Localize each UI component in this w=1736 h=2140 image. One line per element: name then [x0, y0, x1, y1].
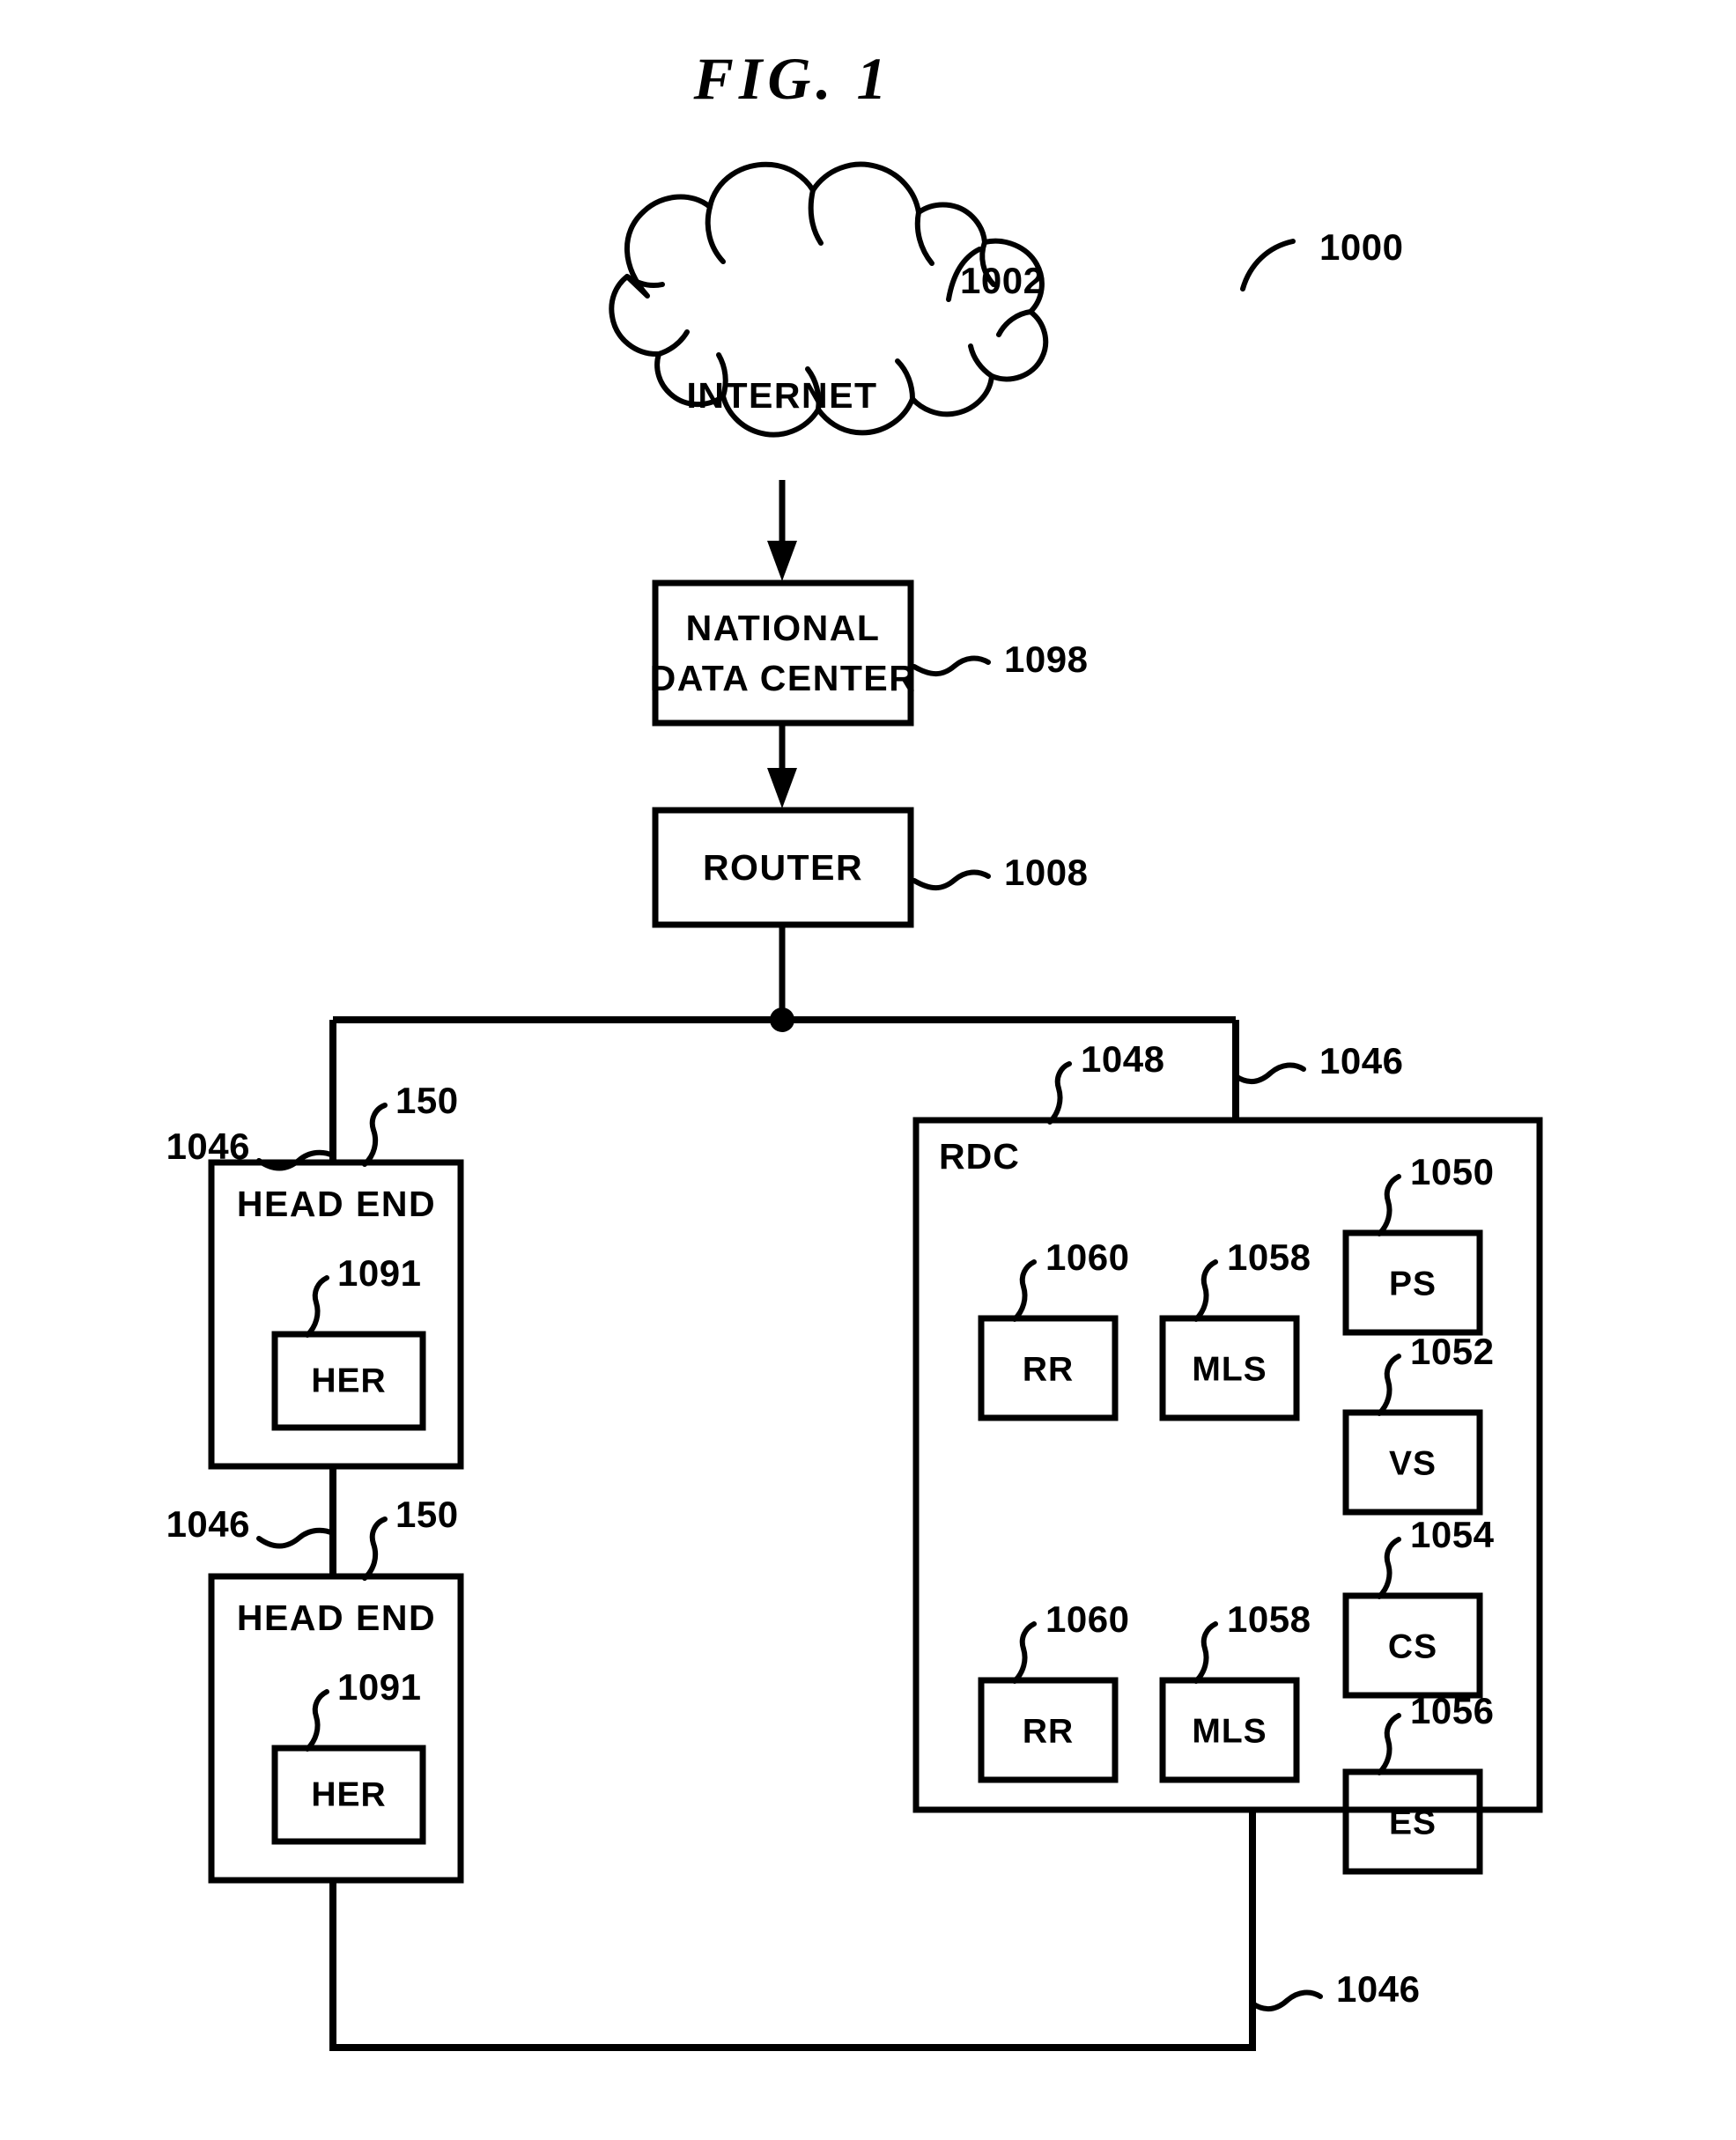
internet-to-ndc-arrow	[767, 480, 797, 581]
router-ref-number: 1008	[1004, 852, 1088, 893]
rdc-ref-leader	[1047, 1061, 1072, 1125]
rdc-cs-ref-number: 1054	[1410, 1514, 1495, 1555]
rdc-rr-1-ref-leader	[1012, 1259, 1037, 1322]
rdc-component-rr-2: RR	[978, 1677, 1119, 1783]
head-end-1-ref-number: 150	[395, 1080, 459, 1121]
rdc-component-es: ES	[1342, 1768, 1483, 1875]
patent-figure-page: FIG. 1 1000 INTERNET 1002 NATIONAL DATA …	[0, 0, 1736, 2140]
bus-ref-middle-leader	[256, 1527, 336, 1549]
rdc-mls-2-ref-leader	[1193, 1621, 1218, 1684]
bus-ref-bottom-number: 1046	[1336, 1968, 1420, 2010]
head-end-1-label: HEAD END	[237, 1184, 436, 1224]
rdc-es-label: ES	[1389, 1804, 1437, 1841]
rdc-mls-2-ref-number: 1058	[1227, 1598, 1311, 1640]
rdc-rr-1-label: RR	[1023, 1350, 1074, 1388]
rdc-rr-2-ref-number: 1060	[1045, 1598, 1129, 1640]
head-end-1-ref-leader	[362, 1103, 388, 1167]
head-end-1-node: HEAD END HER	[208, 1159, 464, 1470]
rdc-mls-2-label: MLS	[1192, 1712, 1267, 1750]
national-data-center-label-line1: NATIONAL	[686, 608, 881, 648]
figure-1-diagram: FIG. 1 1000 INTERNET 1002 NATIONAL DATA …	[166, 45, 1543, 2051]
rdc-ps-label: PS	[1389, 1265, 1437, 1302]
figure-title: FIG. 1	[693, 45, 892, 112]
bus-ref-right-number: 1046	[1319, 1040, 1403, 1081]
national-data-center-ref-number: 1098	[1004, 638, 1088, 680]
rdc-vs-ref-number: 1052	[1410, 1331, 1494, 1372]
rdc-rr-1-ref-number: 1060	[1045, 1236, 1129, 1278]
rdc-rr-2-label: RR	[1023, 1712, 1074, 1750]
bus-bottom-return	[329, 1810, 1256, 2051]
ndc-to-router-arrow	[767, 725, 797, 808]
router-ref-leader	[912, 869, 991, 891]
head-end-2-label: HEAD END	[237, 1598, 436, 1638]
rdc-vs-ref-leader	[1377, 1354, 1401, 1416]
system-ref-number: 1000	[1319, 226, 1403, 268]
rdc-ref-number: 1048	[1081, 1038, 1164, 1080]
rdc-ps-ref-leader	[1377, 1174, 1401, 1236]
head-end-1-her-ref-leader	[305, 1275, 329, 1338]
internet-ref-number: 1002	[960, 260, 1044, 301]
rdc-rr-2-ref-leader	[1012, 1621, 1037, 1684]
rdc-mls-1-ref-number: 1058	[1227, 1236, 1311, 1278]
head-end-1-her-ref-number: 1091	[337, 1252, 421, 1294]
national-data-center-ref-leader	[912, 655, 991, 677]
rdc-component-ps: PS	[1342, 1229, 1483, 1336]
rdc-cs-ref-leader	[1377, 1537, 1401, 1599]
rdc-component-vs: VS	[1342, 1409, 1483, 1516]
rdc-cs-label: CS	[1388, 1627, 1437, 1665]
bus-ref-middle-number: 1046	[166, 1503, 250, 1545]
rdc-component-mls-2: MLS	[1159, 1677, 1300, 1783]
bus-ref-bottom-leader	[1250, 1989, 1323, 2012]
rdc-vs-label: VS	[1389, 1444, 1437, 1482]
head-end-2-her-label: HER	[311, 1775, 386, 1813]
national-data-center-node: NATIONAL DATA CENTER	[650, 579, 917, 727]
rdc-mls-1-label: MLS	[1192, 1350, 1267, 1388]
arrowhead-down-2	[767, 768, 797, 808]
national-data-center-label-line2: DATA CENTER	[650, 658, 917, 698]
head-end-2-her-ref-leader	[305, 1689, 329, 1752]
head-end-1-her-label: HER	[311, 1361, 386, 1399]
internet-label: INTERNET	[687, 375, 878, 416]
national-data-center-box	[652, 579, 914, 727]
rdc-component-mls-1: MLS	[1159, 1315, 1300, 1421]
arrowhead-down-1	[767, 541, 797, 581]
head-end-2-node: HEAD END HER	[208, 1573, 464, 1884]
rdc-mls-1-ref-leader	[1193, 1259, 1218, 1322]
rdc-label: RDC	[939, 1136, 1020, 1177]
rdc-es-ref-leader	[1377, 1713, 1401, 1775]
head-end-2-her-ref-number: 1091	[337, 1666, 421, 1708]
rdc-component-rr-1: RR	[978, 1315, 1119, 1421]
rdc-es-ref-number: 1056	[1410, 1690, 1494, 1731]
head-end-2-ref-number: 150	[395, 1494, 459, 1535]
rdc-component-cs: CS	[1342, 1592, 1483, 1699]
rdc-ps-ref-number: 1050	[1410, 1151, 1494, 1192]
router-label: ROUTER	[703, 847, 863, 888]
system-ref-leader	[1240, 239, 1296, 291]
head-end-2-ref-leader	[362, 1516, 388, 1581]
router-node: ROUTER	[652, 807, 914, 928]
bus-ref-right-leader	[1233, 1062, 1306, 1085]
